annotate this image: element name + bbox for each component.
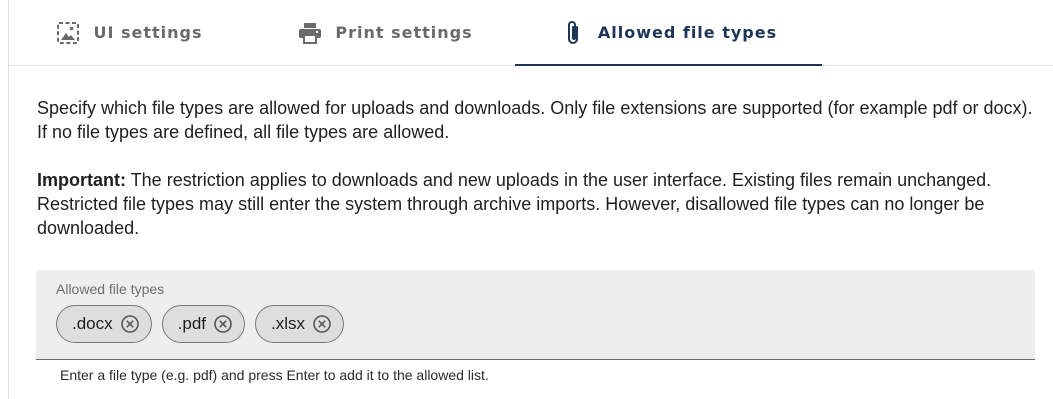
chip-label: .docx xyxy=(72,314,113,333)
important-label: Important: xyxy=(37,170,126,190)
chip-label: .xlsx xyxy=(271,314,305,333)
chip-list: .docx .pdf .xlsx xyxy=(56,305,344,343)
close-circle-icon[interactable] xyxy=(311,313,333,335)
tab-allowed-file-types[interactable]: Allowed file types xyxy=(515,0,822,66)
allowed-file-types-field[interactable]: Allowed file types .docx .pdf .xlsx xyxy=(36,270,1035,360)
tab-bar: UI settings Print settings Allowed file … xyxy=(9,0,1053,66)
close-circle-icon[interactable] xyxy=(212,313,234,335)
paperclip-icon xyxy=(560,20,586,46)
tab-print-settings-label: Print settings xyxy=(335,23,473,42)
important-note: Important: The restriction applies to do… xyxy=(37,168,1037,240)
tab-ui-settings-label: UI settings xyxy=(93,23,203,42)
chip-label: .pdf xyxy=(177,314,206,333)
tab-allowed-file-types-label: Allowed file types xyxy=(597,23,778,42)
important-text: The restriction applies to downloads and… xyxy=(37,170,992,238)
file-type-chip[interactable]: .pdf xyxy=(161,305,245,343)
file-type-chip[interactable]: .xlsx xyxy=(255,305,344,343)
field-hint: Enter a file type (e.g. pdf) and press E… xyxy=(60,367,489,383)
intro-text: Specify which file types are allowed for… xyxy=(37,98,1033,142)
tab-print-settings[interactable]: Print settings xyxy=(285,0,485,65)
description: Specify which file types are allowed for… xyxy=(37,96,1037,240)
file-type-chip[interactable]: .docx xyxy=(56,305,152,343)
printer-icon xyxy=(297,20,323,46)
field-label: Allowed file types xyxy=(56,281,165,297)
tab-ui-settings[interactable]: UI settings xyxy=(9,0,249,65)
close-circle-icon[interactable] xyxy=(119,313,141,335)
ui-settings-icon xyxy=(55,20,81,46)
